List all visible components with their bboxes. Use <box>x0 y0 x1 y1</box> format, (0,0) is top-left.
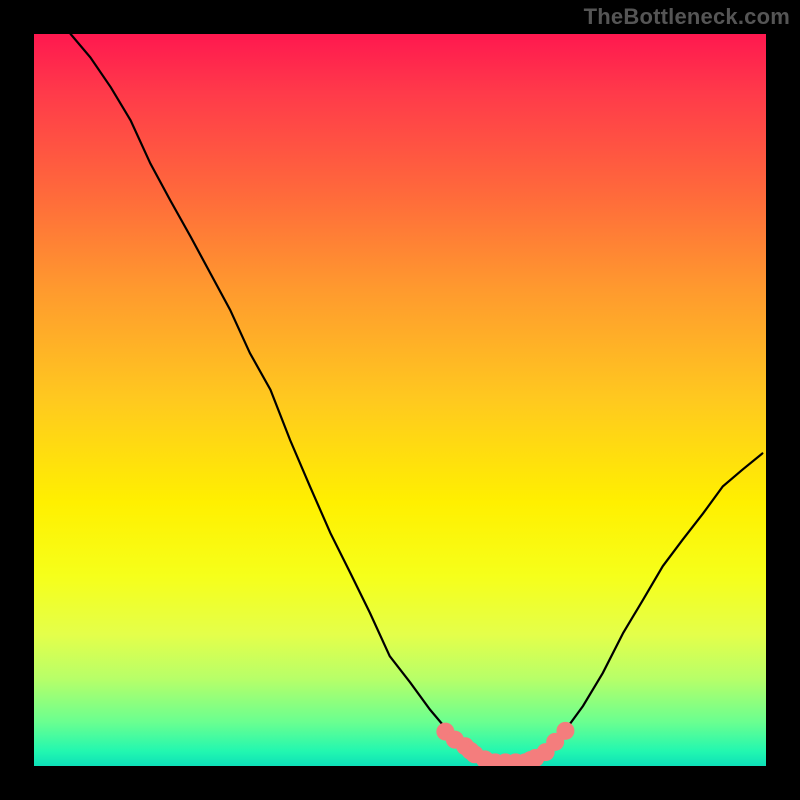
highlight-dot <box>556 722 574 740</box>
highlight-dots-group <box>436 722 574 766</box>
chart-frame: TheBottleneck.com <box>0 0 800 800</box>
chart-svg <box>34 34 766 766</box>
bottleneck-curve <box>71 34 763 762</box>
plot-area <box>34 34 766 766</box>
watermark-text: TheBottleneck.com <box>584 4 790 30</box>
